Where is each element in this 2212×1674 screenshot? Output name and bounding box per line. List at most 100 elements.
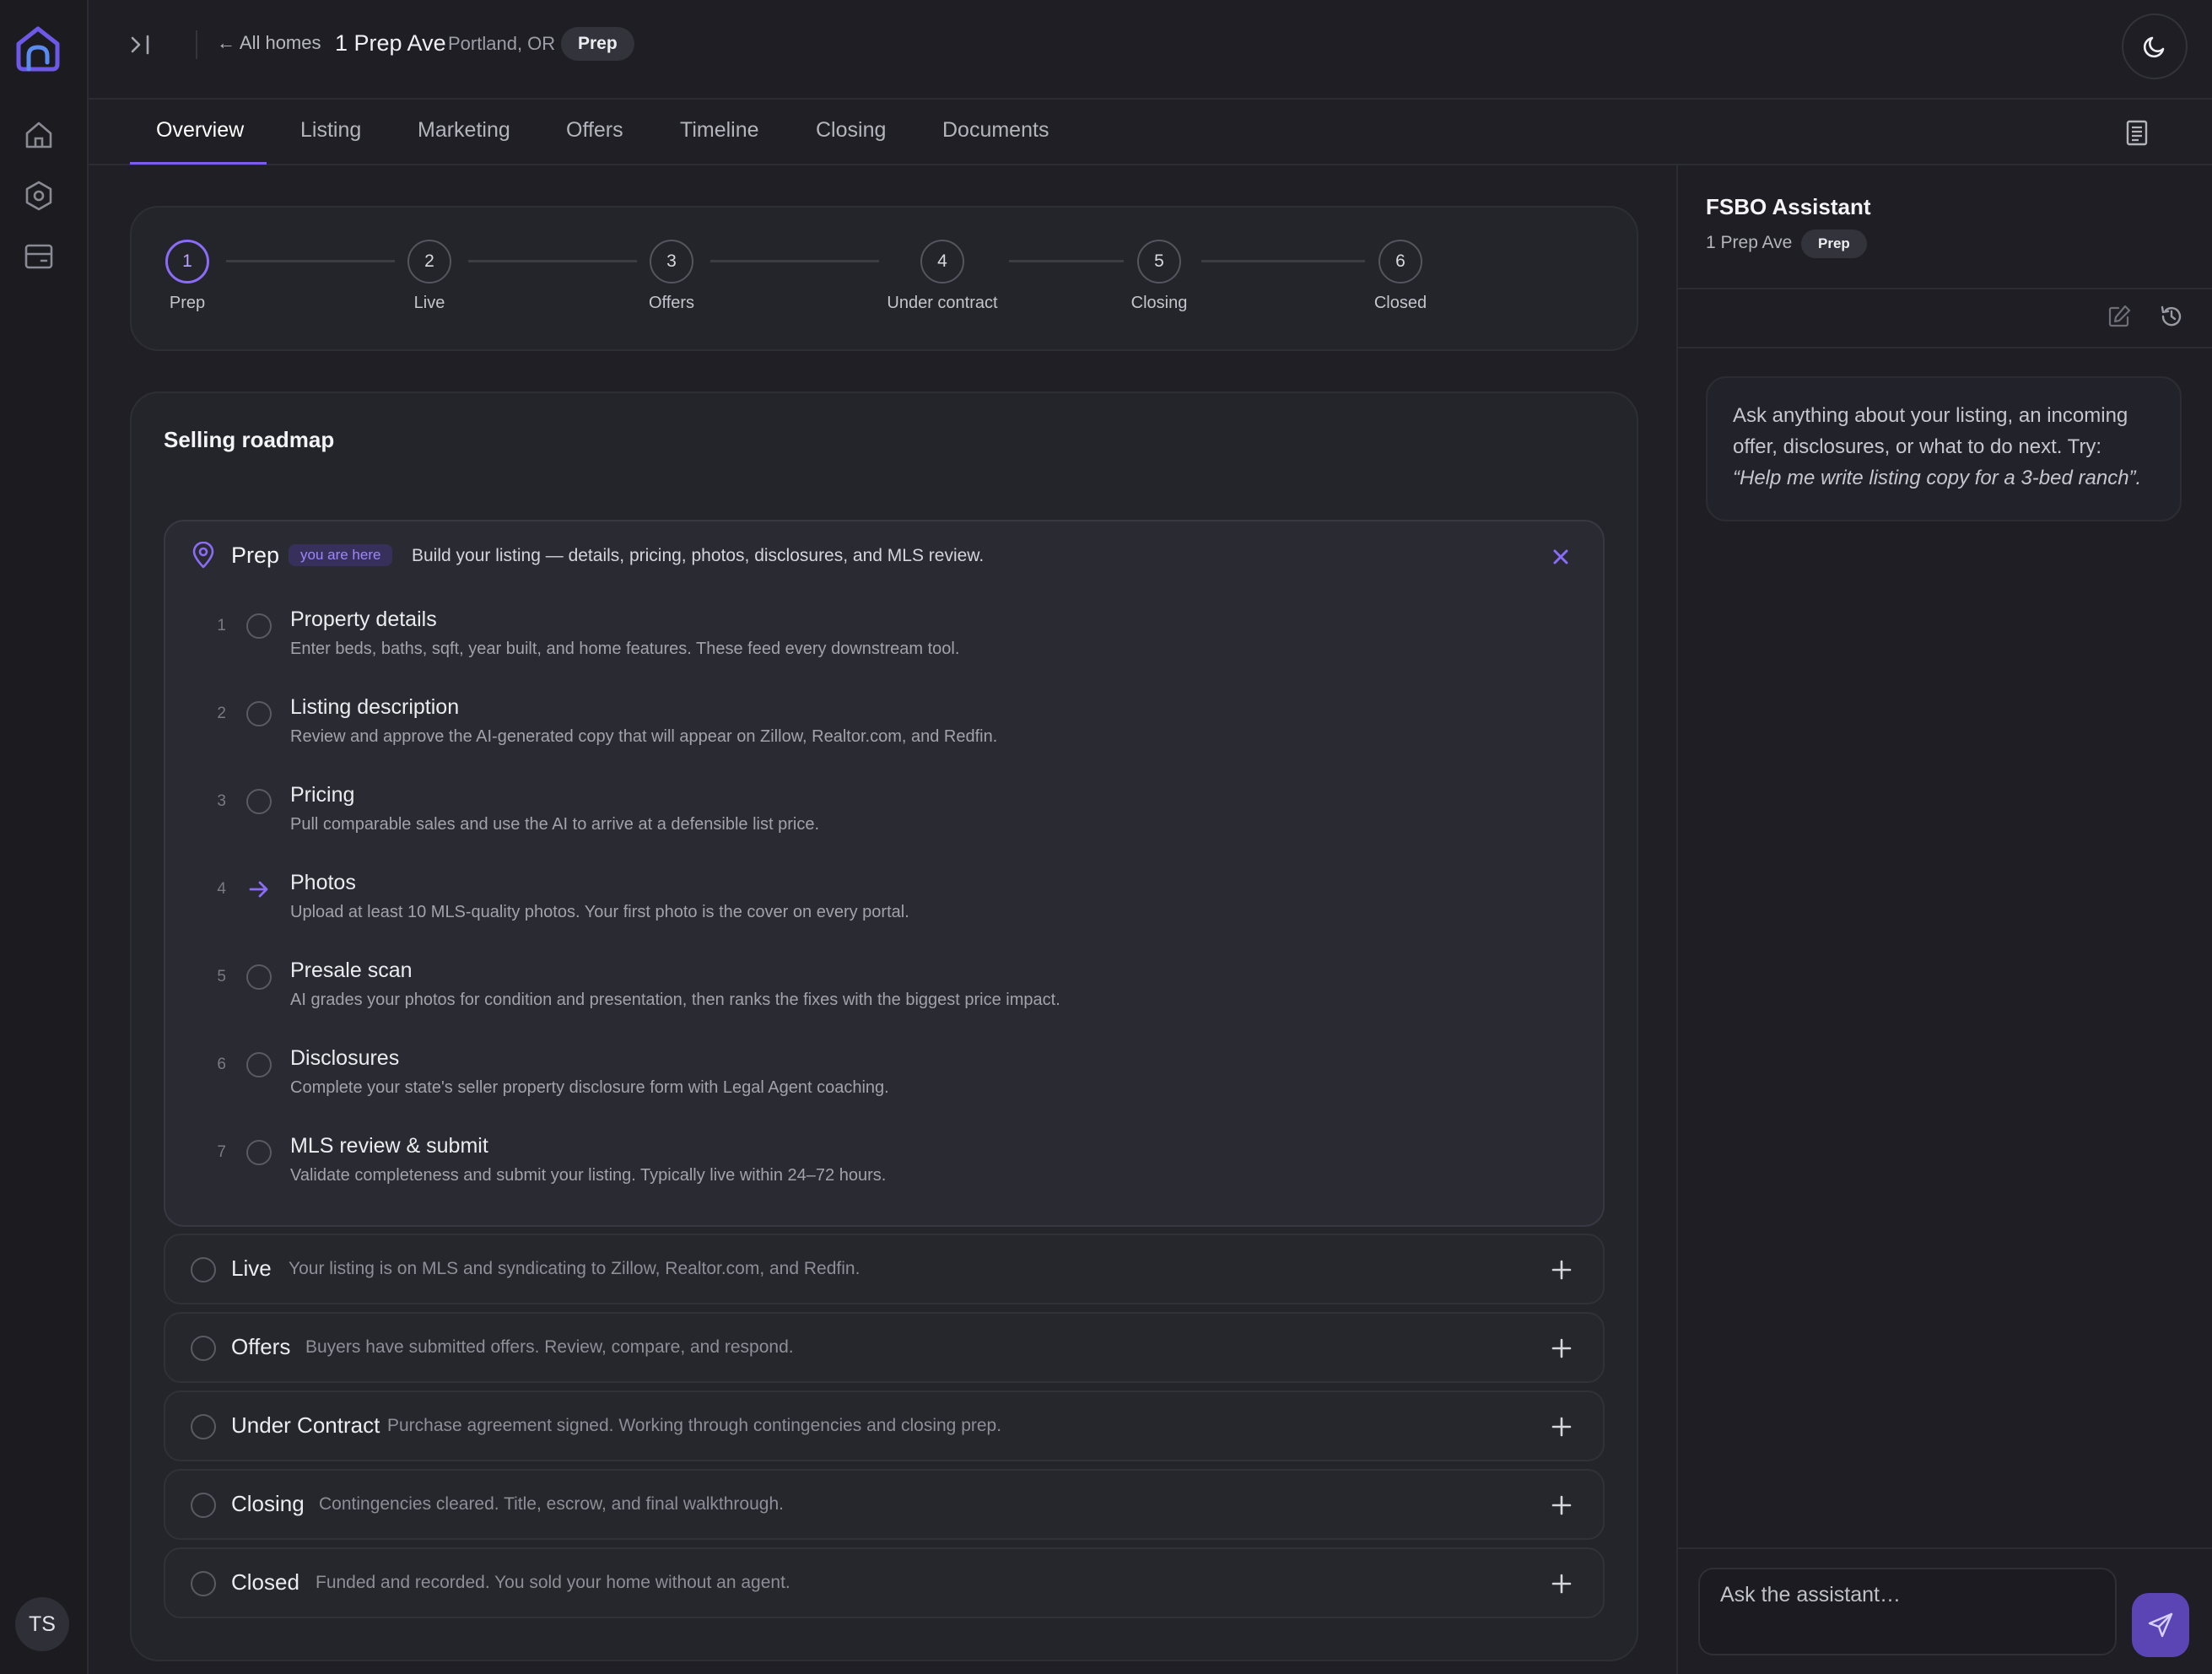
task-item[interactable]: 3 Pricing Pull comparable sales and use …: [165, 783, 1600, 859]
plus-icon[interactable]: [1551, 1337, 1573, 1359]
main-content: 1 Prep 2 Live 3 Offers 4 Under contract …: [89, 165, 1676, 1674]
stage-live[interactable]: Live Your listing is on MLS and syndicat…: [164, 1234, 1605, 1304]
stage-checkbox: [191, 1257, 216, 1282]
stage-description: Your listing is on MLS and syndicating t…: [289, 1259, 861, 1278]
task-title: Pricing: [290, 783, 355, 807]
tab-timeline[interactable]: Timeline: [680, 118, 759, 143]
divider: [196, 30, 197, 59]
step-label: Offers: [648, 294, 695, 312]
home-city: Portland, OR: [448, 33, 556, 54]
stage-description: Contingencies cleared. Title, escrow, an…: [319, 1494, 784, 1514]
task-description: Validate completeness and submit your li…: [290, 1166, 887, 1185]
active-tab-indicator: [130, 162, 267, 165]
step-live[interactable]: 2 Live: [345, 240, 514, 313]
task-checkbox[interactable]: [246, 964, 272, 990]
stage-name: Prep: [231, 543, 280, 568]
stage-name: Closing: [231, 1491, 305, 1516]
plus-icon[interactable]: [1551, 1573, 1573, 1595]
tab-documents[interactable]: Documents: [942, 118, 1049, 143]
user-avatar[interactable]: TS: [15, 1597, 69, 1651]
step-closed[interactable]: 6 Closed: [1316, 240, 1485, 313]
home-icon[interactable]: [23, 119, 55, 151]
plus-icon[interactable]: [1551, 1416, 1573, 1438]
task-description: Pull comparable sales and use the AI to …: [290, 815, 820, 834]
stage-checkbox: [191, 1493, 216, 1518]
edit-icon[interactable]: [2107, 304, 2132, 329]
close-icon[interactable]: [1551, 547, 1571, 567]
divider: [1678, 347, 2212, 348]
task-number: 2: [217, 705, 226, 722]
tab-listing[interactable]: Listing: [300, 118, 361, 143]
step-closing[interactable]: 5 Closing: [1075, 240, 1244, 313]
assistant-input[interactable]: [1698, 1568, 2117, 1655]
task-item[interactable]: 1 Property details Enter beds, baths, sq…: [165, 608, 1600, 683]
stage-prep-expanded: Prep you are here Build your listing — d…: [164, 520, 1605, 1227]
task-number: 5: [217, 968, 226, 986]
task-description: Complete your state's seller property di…: [290, 1078, 889, 1097]
plus-icon[interactable]: [1551, 1259, 1573, 1281]
tab-bar: Overview Listing Marketing Offers Timeli…: [89, 100, 2212, 165]
assistant-panel: FSBO Assistant 1 Prep Ave Prep Ask anyth…: [1676, 165, 2212, 1674]
task-item[interactable]: 7 MLS review & submit Validate completen…: [165, 1134, 1600, 1210]
clipboard-icon[interactable]: [2123, 118, 2150, 147]
step-number: 5: [1137, 240, 1181, 284]
stage-checkbox: [191, 1571, 216, 1596]
step-offers[interactable]: 3 Offers: [587, 240, 756, 313]
task-checkbox[interactable]: [246, 789, 272, 814]
task-item-next[interactable]: 4 Photos Upload at least 10 MLS-quality …: [165, 871, 1600, 947]
task-title: Disclosures: [290, 1046, 400, 1070]
stage-closed[interactable]: Closed Funded and recorded. You sold you…: [164, 1547, 1605, 1618]
plus-icon[interactable]: [1551, 1494, 1573, 1516]
task-item[interactable]: 6 Disclosures Complete your state's sell…: [165, 1046, 1600, 1122]
inbox-icon[interactable]: [23, 240, 55, 273]
house-logo-icon[interactable]: [12, 22, 64, 74]
tab-closing[interactable]: Closing: [816, 118, 886, 143]
you-are-here-badge: you are here: [289, 544, 393, 566]
theme-toggle-button[interactable]: [2122, 14, 2188, 79]
stage-checkbox: [191, 1336, 216, 1361]
step-number: 6: [1378, 240, 1422, 284]
map-pin-icon: [192, 542, 214, 569]
tab-offers[interactable]: Offers: [566, 118, 623, 143]
task-checkbox[interactable]: [246, 1052, 272, 1077]
send-button[interactable]: [2132, 1593, 2189, 1657]
history-icon[interactable]: [2159, 304, 2184, 329]
hint-example: “Help me write listing copy for a 3-bed …: [1733, 467, 2142, 489]
assistant-hint: Ask anything about your listing, an inco…: [1706, 376, 2182, 521]
task-checkbox[interactable]: [246, 1140, 272, 1165]
task-number: 7: [217, 1143, 226, 1161]
step-label: Prep: [169, 294, 206, 312]
selling-roadmap: Selling roadmap Prep you are here Build …: [130, 392, 1638, 1661]
step-label: Closing: [1130, 294, 1188, 312]
task-checkbox[interactable]: [246, 701, 272, 726]
stage-closing[interactable]: Closing Contingencies cleared. Title, es…: [164, 1469, 1605, 1540]
left-rail: TS: [0, 0, 89, 1674]
stage-under-contract[interactable]: Under Contract Purchase agreement signed…: [164, 1390, 1605, 1461]
tab-overview[interactable]: Overview: [156, 118, 244, 143]
roadmap-title: Selling roadmap: [164, 427, 335, 452]
hexagon-settings-icon[interactable]: [23, 180, 55, 212]
task-title: Listing description: [290, 695, 460, 719]
stage-checkbox: [191, 1414, 216, 1439]
task-title: Presale scan: [290, 958, 413, 982]
step-under-contract[interactable]: 4 Under contract: [858, 240, 1027, 313]
step-prep[interactable]: 1 Prep: [103, 240, 272, 313]
task-number: 3: [217, 792, 226, 810]
task-item[interactable]: 2 Listing description Review and approve…: [165, 695, 1600, 771]
tab-marketing[interactable]: Marketing: [418, 118, 510, 143]
stage-offers[interactable]: Offers Buyers have submitted offers. Rev…: [164, 1312, 1605, 1383]
moon-icon: [2143, 36, 2165, 58]
sidebar-expand-icon[interactable]: [127, 31, 154, 58]
arrow-right-icon: [249, 881, 268, 898]
all-homes-link[interactable]: ← All homes: [217, 32, 321, 54]
step-number: 4: [920, 240, 964, 284]
assistant-home: 1 Prep Ave: [1706, 233, 1793, 252]
task-description: Enter beds, baths, sqft, year built, and…: [290, 640, 960, 658]
task-description: Upload at least 10 MLS-quality photos. Y…: [290, 903, 909, 921]
task-checkbox[interactable]: [246, 613, 272, 639]
stage-description: Funded and recorded. You sold your home …: [316, 1573, 790, 1592]
step-label: Live: [413, 294, 445, 312]
task-number: 1: [217, 617, 226, 634]
step-number: 3: [650, 240, 693, 284]
task-item[interactable]: 5 Presale scan AI grades your photos for…: [165, 958, 1600, 1034]
